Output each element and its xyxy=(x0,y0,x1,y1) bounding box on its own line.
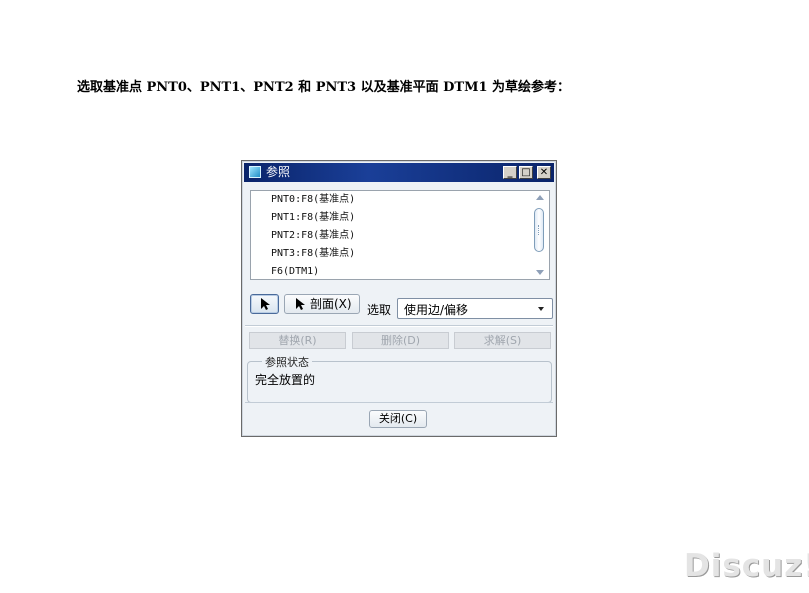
reference-status-group: 参照状态 完全放置的 xyxy=(247,354,552,403)
instruction-caption: 选取基准点 PNT0、PNT1、PNT2 和 PNT3 以及基准平面 DTM1 … xyxy=(77,80,571,95)
scroll-thumb[interactable] xyxy=(534,208,544,252)
dialog-title: 参照 xyxy=(266,165,291,179)
close-window-button[interactable]: ✕ xyxy=(537,166,551,179)
minimize-button[interactable]: _ xyxy=(503,166,517,179)
list-item[interactable]: PNT1:F8(基准点) xyxy=(271,211,355,225)
list-item[interactable]: PNT3:F8(基准点) xyxy=(271,247,355,261)
divider xyxy=(245,325,553,327)
references-list[interactable]: PNT0:F8(基准点) PNT1:F8(基准点) PNT2:F8(基准点) P… xyxy=(250,190,550,280)
select-mode-dropdown[interactable]: 使用边/偏移 xyxy=(397,298,553,319)
maximize-button[interactable]: □ xyxy=(519,166,533,179)
reference-status-title: 参照状态 xyxy=(262,354,312,370)
list-scrollbar[interactable] xyxy=(533,193,547,277)
arrow-cursor-icon xyxy=(296,298,305,310)
section-button[interactable]: 剖面(X) xyxy=(284,294,360,314)
chevron-down-icon xyxy=(538,307,544,311)
pick-reference-button[interactable] xyxy=(250,294,279,314)
scroll-down-icon[interactable] xyxy=(536,270,544,275)
close-button[interactable]: 关闭(C) xyxy=(369,410,427,428)
select-label: 选取 xyxy=(367,303,392,317)
list-item[interactable]: PNT0:F8(基准点) xyxy=(271,193,355,207)
window-icon xyxy=(249,166,261,178)
delete-button[interactable]: 删除(D) xyxy=(352,332,449,349)
solve-button[interactable]: 求解(S) xyxy=(454,332,551,349)
select-mode-value: 使用边/偏移 xyxy=(404,303,469,317)
arrow-cursor-icon xyxy=(261,298,270,310)
watermark-logo: Discuz! xyxy=(684,548,809,584)
section-button-label: 剖面(X) xyxy=(310,297,352,311)
scroll-up-icon[interactable] xyxy=(536,195,544,200)
dialog-titlebar[interactable]: 参照 _ □ ✕ xyxy=(244,163,554,182)
reference-status-value: 完全放置的 xyxy=(255,373,316,387)
list-item[interactable]: F6(DTM1) xyxy=(271,265,319,279)
replace-button[interactable]: 替换(R) xyxy=(249,332,346,349)
references-dialog: 参照 _ □ ✕ PNT0:F8(基准点) PNT1:F8(基准点) PNT2:… xyxy=(241,160,557,437)
list-item[interactable]: PNT2:F8(基准点) xyxy=(271,229,355,243)
